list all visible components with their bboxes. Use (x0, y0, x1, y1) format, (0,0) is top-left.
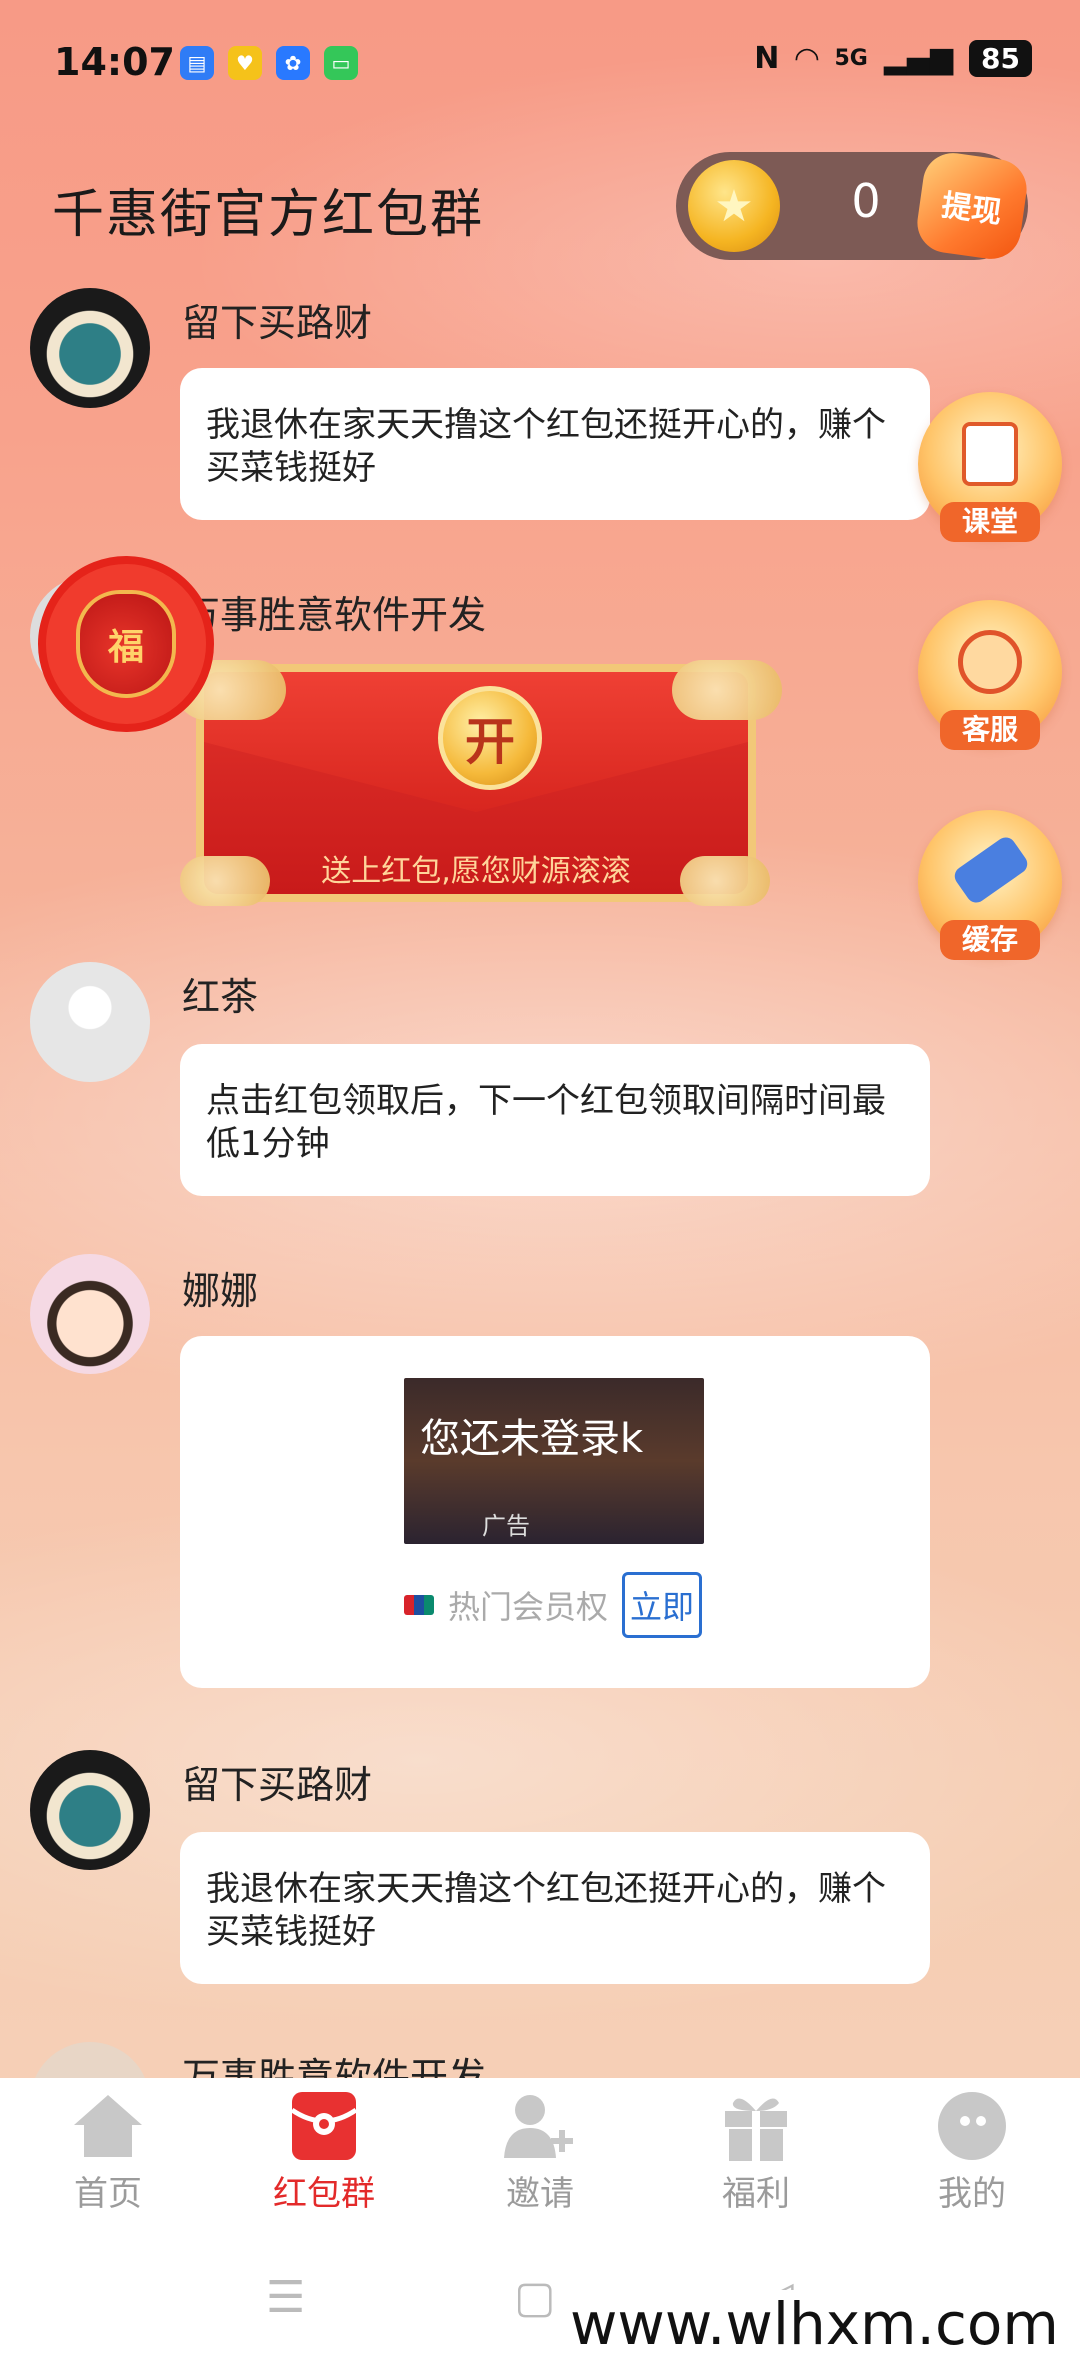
lucky-bag-float-button[interactable]: 福 (38, 556, 214, 732)
coin-icon: ★ (688, 160, 780, 252)
cloud-ornament (680, 856, 770, 906)
gift-icon (716, 2088, 796, 2164)
ad-tag: 广告 (482, 1512, 530, 1540)
wallet-icon: ♥ (228, 46, 262, 80)
tab-label: 我的 (938, 2174, 1006, 2214)
signal-label: 5G (834, 46, 868, 71)
notepad-icon (962, 422, 1018, 486)
message-bubble: 点击红包领取后，下一个红包领取间隔时间最低1分钟 (180, 1044, 930, 1196)
status-bar: 14:07 ▤ ♥ ✿ ▭ N ◠ 5G ▂▄▆ 85 (0, 0, 1080, 130)
sender-name: 红茶 (182, 975, 259, 1019)
nfc-icon: N (754, 41, 780, 76)
ad-title: 您还未登录k (420, 1416, 644, 1462)
coin-balance-bar: ★ 0 提现 (676, 149, 1031, 263)
headset-icon (958, 630, 1022, 694)
app-icon: ✿ (276, 46, 310, 80)
wifi-icon: ◠ (795, 41, 819, 76)
avatar-girl[interactable] (30, 1254, 150, 1374)
avatar-snorlax[interactable] (30, 1750, 150, 1870)
lucky-bag-icon: 福 (76, 590, 176, 698)
ad-cta-button[interactable]: 立即 (622, 1572, 702, 1638)
cloud-ornament (180, 856, 270, 906)
tab-label: 首页 (74, 2174, 142, 2214)
signal-icon: ▂▄▆ (883, 41, 954, 76)
tab-home[interactable]: 首页 (0, 2078, 216, 2228)
ad-line: 热门会员权 (404, 1582, 608, 1628)
side-button-label: 缓存 (940, 920, 1040, 960)
sender-name: 娜娜 (182, 1269, 259, 1313)
side-button-label: 课堂 (940, 502, 1040, 542)
sender-name: 留下买路财 (182, 301, 373, 345)
avatar-snorlax[interactable] (30, 288, 150, 408)
avatar-default[interactable] (30, 962, 150, 1082)
chat-icon: ▭ (324, 46, 358, 80)
profile-icon (932, 2088, 1012, 2164)
tab-label: 邀请 (506, 2174, 574, 2214)
tab-label: 红包群 (273, 2174, 375, 2214)
battery-level: 85 (969, 40, 1032, 77)
classroom-button[interactable]: 课堂 (918, 392, 1062, 542)
broom-icon (950, 833, 1032, 907)
message-bubble: 我退休在家天天撸这个红包还挺开心的，赚个买菜钱挺好 (180, 368, 930, 520)
customer-service-button[interactable]: 客服 (918, 600, 1062, 750)
tab-red-packet-group[interactable]: 红包群 (216, 2078, 432, 2228)
sender-name: 万事胜意软件开发 (182, 593, 487, 637)
status-right: N ◠ 5G ▂▄▆ 85 (754, 40, 1032, 77)
page-title: 千惠街官方红包群 (52, 185, 485, 245)
notification-icons: ▤ ♥ ✿ ▭ (180, 46, 358, 80)
side-button-label: 客服 (940, 710, 1040, 750)
tab-welfare[interactable]: 福利 (648, 2078, 864, 2228)
cloud-ornament (672, 660, 782, 720)
unionpay-icon (404, 1595, 434, 1615)
home-nav-icon[interactable]: ▢ (514, 2272, 556, 2323)
ad-image[interactable]: 您还未登录k 广告 (404, 1378, 704, 1544)
watermark: www.wlhxm.com (560, 2290, 1069, 2358)
bottom-tab-bar: 首页 红包群 邀请 福利 我的 (0, 2078, 1080, 2228)
sender-name: 留下买路财 (182, 1763, 373, 1807)
clear-cache-button[interactable]: 缓存 (918, 810, 1062, 960)
open-packet-button[interactable]: 开 (438, 686, 542, 790)
message-bubble: 我退休在家天天撸这个红包还挺开心的，赚个买菜钱挺好 (180, 1832, 930, 1984)
status-time: 14:07 (54, 40, 175, 84)
red-packet-icon (284, 2088, 364, 2164)
add-user-icon (500, 2088, 580, 2164)
withdraw-button[interactable]: 提现 (913, 149, 1031, 263)
tab-label: 福利 (722, 2174, 790, 2214)
ad-text: 热门会员权 (448, 1588, 609, 1626)
menu-icon[interactable]: ☰ (266, 2272, 305, 2323)
tab-invite[interactable]: 邀请 (432, 2078, 648, 2228)
message-icon: ▤ (180, 46, 214, 80)
packet-caption: 送上红包,愿您财源滚滚 (321, 854, 631, 889)
tab-profile[interactable]: 我的 (864, 2078, 1080, 2228)
ad-card[interactable]: 您还未登录k 广告 热门会员权 立即 (180, 1336, 930, 1688)
coin-balance: 0 (851, 174, 881, 228)
home-icon (68, 2088, 148, 2164)
